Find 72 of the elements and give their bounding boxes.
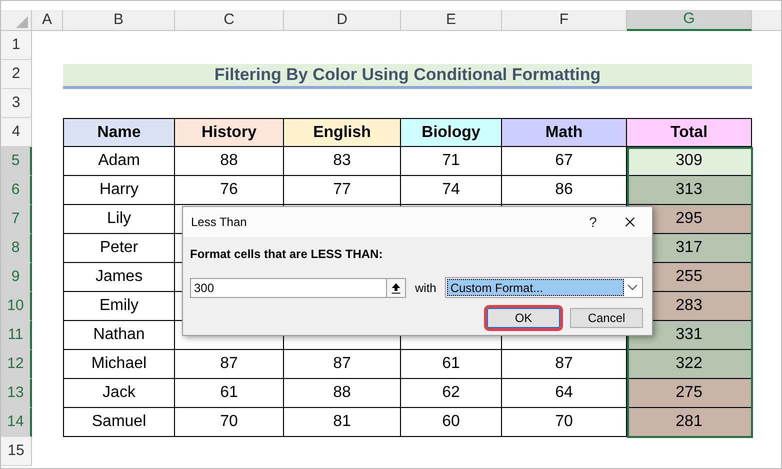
format-dropdown[interactable]: Custom Format... [445,277,644,298]
table-cell: 81 [284,408,401,437]
collapse-dialog-icon[interactable] [386,278,405,296]
row-header[interactable]: 5 [1,147,32,176]
column-header[interactable]: B [63,10,175,31]
table-cell: Michael [63,350,175,379]
table-cell: 87 [284,350,401,379]
table-cell: 83 [284,147,401,176]
row-header[interactable]: 8 [1,234,32,263]
dialog-title: Less Than [191,214,247,231]
row-header[interactable]: 4 [1,118,32,147]
row-header[interactable]: 2 [1,60,32,89]
table-cell: 70 [502,408,627,437]
table-cell: 88 [175,147,284,176]
row-header[interactable]: 15 [1,437,32,466]
table-cell: 87 [175,350,284,379]
row-header[interactable]: 3 [1,89,32,118]
row-header[interactable]: 10 [1,292,32,321]
table-cell: 61 [175,379,284,408]
table-cell: James [63,263,175,292]
table-cell: 64 [502,379,627,408]
column-header[interactable]: A [32,10,63,31]
table-cell: Nathan [63,321,175,350]
table-cell: 70 [175,408,284,437]
row-header[interactable]: 6 [1,176,32,205]
column-heading: Math [502,118,627,147]
total-cell: 275 [627,379,752,408]
row-header[interactable]: 13 [1,379,32,408]
column-header[interactable]: E [401,10,502,31]
row-header[interactable]: 12 [1,350,32,379]
help-button[interactable]: ? [578,212,608,232]
table-cell: Emily [63,292,175,321]
table-cell: 67 [502,147,627,176]
table-cell: 77 [284,176,401,205]
column-header[interactable]: D [284,10,401,31]
table-cell: Samuel [63,408,175,437]
table-cell: 88 [284,379,401,408]
table-cell: 60 [401,408,502,437]
table-cell: Peter [63,234,175,263]
row-header[interactable]: 1 [1,31,32,60]
table-cell: 62 [401,379,502,408]
table-cell: Jack [63,379,175,408]
dialog-prompt: Format cells that are LESS THAN: [190,246,384,263]
row-header[interactable]: 11 [1,321,32,350]
row-header[interactable]: 9 [1,263,32,292]
column-heading: Biology [401,118,502,147]
table-cell: Adam [63,147,175,176]
total-cell: 281 [627,408,752,437]
column-heading: Name [63,118,175,147]
total-cell: 313 [627,176,752,205]
dialog-button[interactable]: Cancel [570,308,643,328]
table-cell: 86 [502,176,627,205]
dialog-button[interactable]: OK [487,308,560,328]
row-header[interactable]: 7 [1,205,32,234]
with-label: with [415,280,436,296]
column-heading: English [284,118,401,147]
table-cell: Harry [63,176,175,205]
row-header[interactable]: 14 [1,408,32,437]
total-cell: 309 [627,147,752,176]
value-field[interactable]: 300 [190,278,406,298]
column-header[interactable]: C [175,10,284,31]
sheet-title: Filtering By Color Using Conditional Formatting [63,64,752,89]
column-header[interactable]: G [627,10,752,31]
column-heading: Total [627,118,752,147]
total-cell: 322 [627,350,752,379]
table-cell: 74 [401,176,502,205]
table-cell: Lily [63,205,175,234]
table-cell: 87 [502,350,627,379]
column-heading: History [175,118,284,147]
table-cell: 76 [175,176,284,205]
table-cell: 71 [401,147,502,176]
table-cell: 61 [401,350,502,379]
